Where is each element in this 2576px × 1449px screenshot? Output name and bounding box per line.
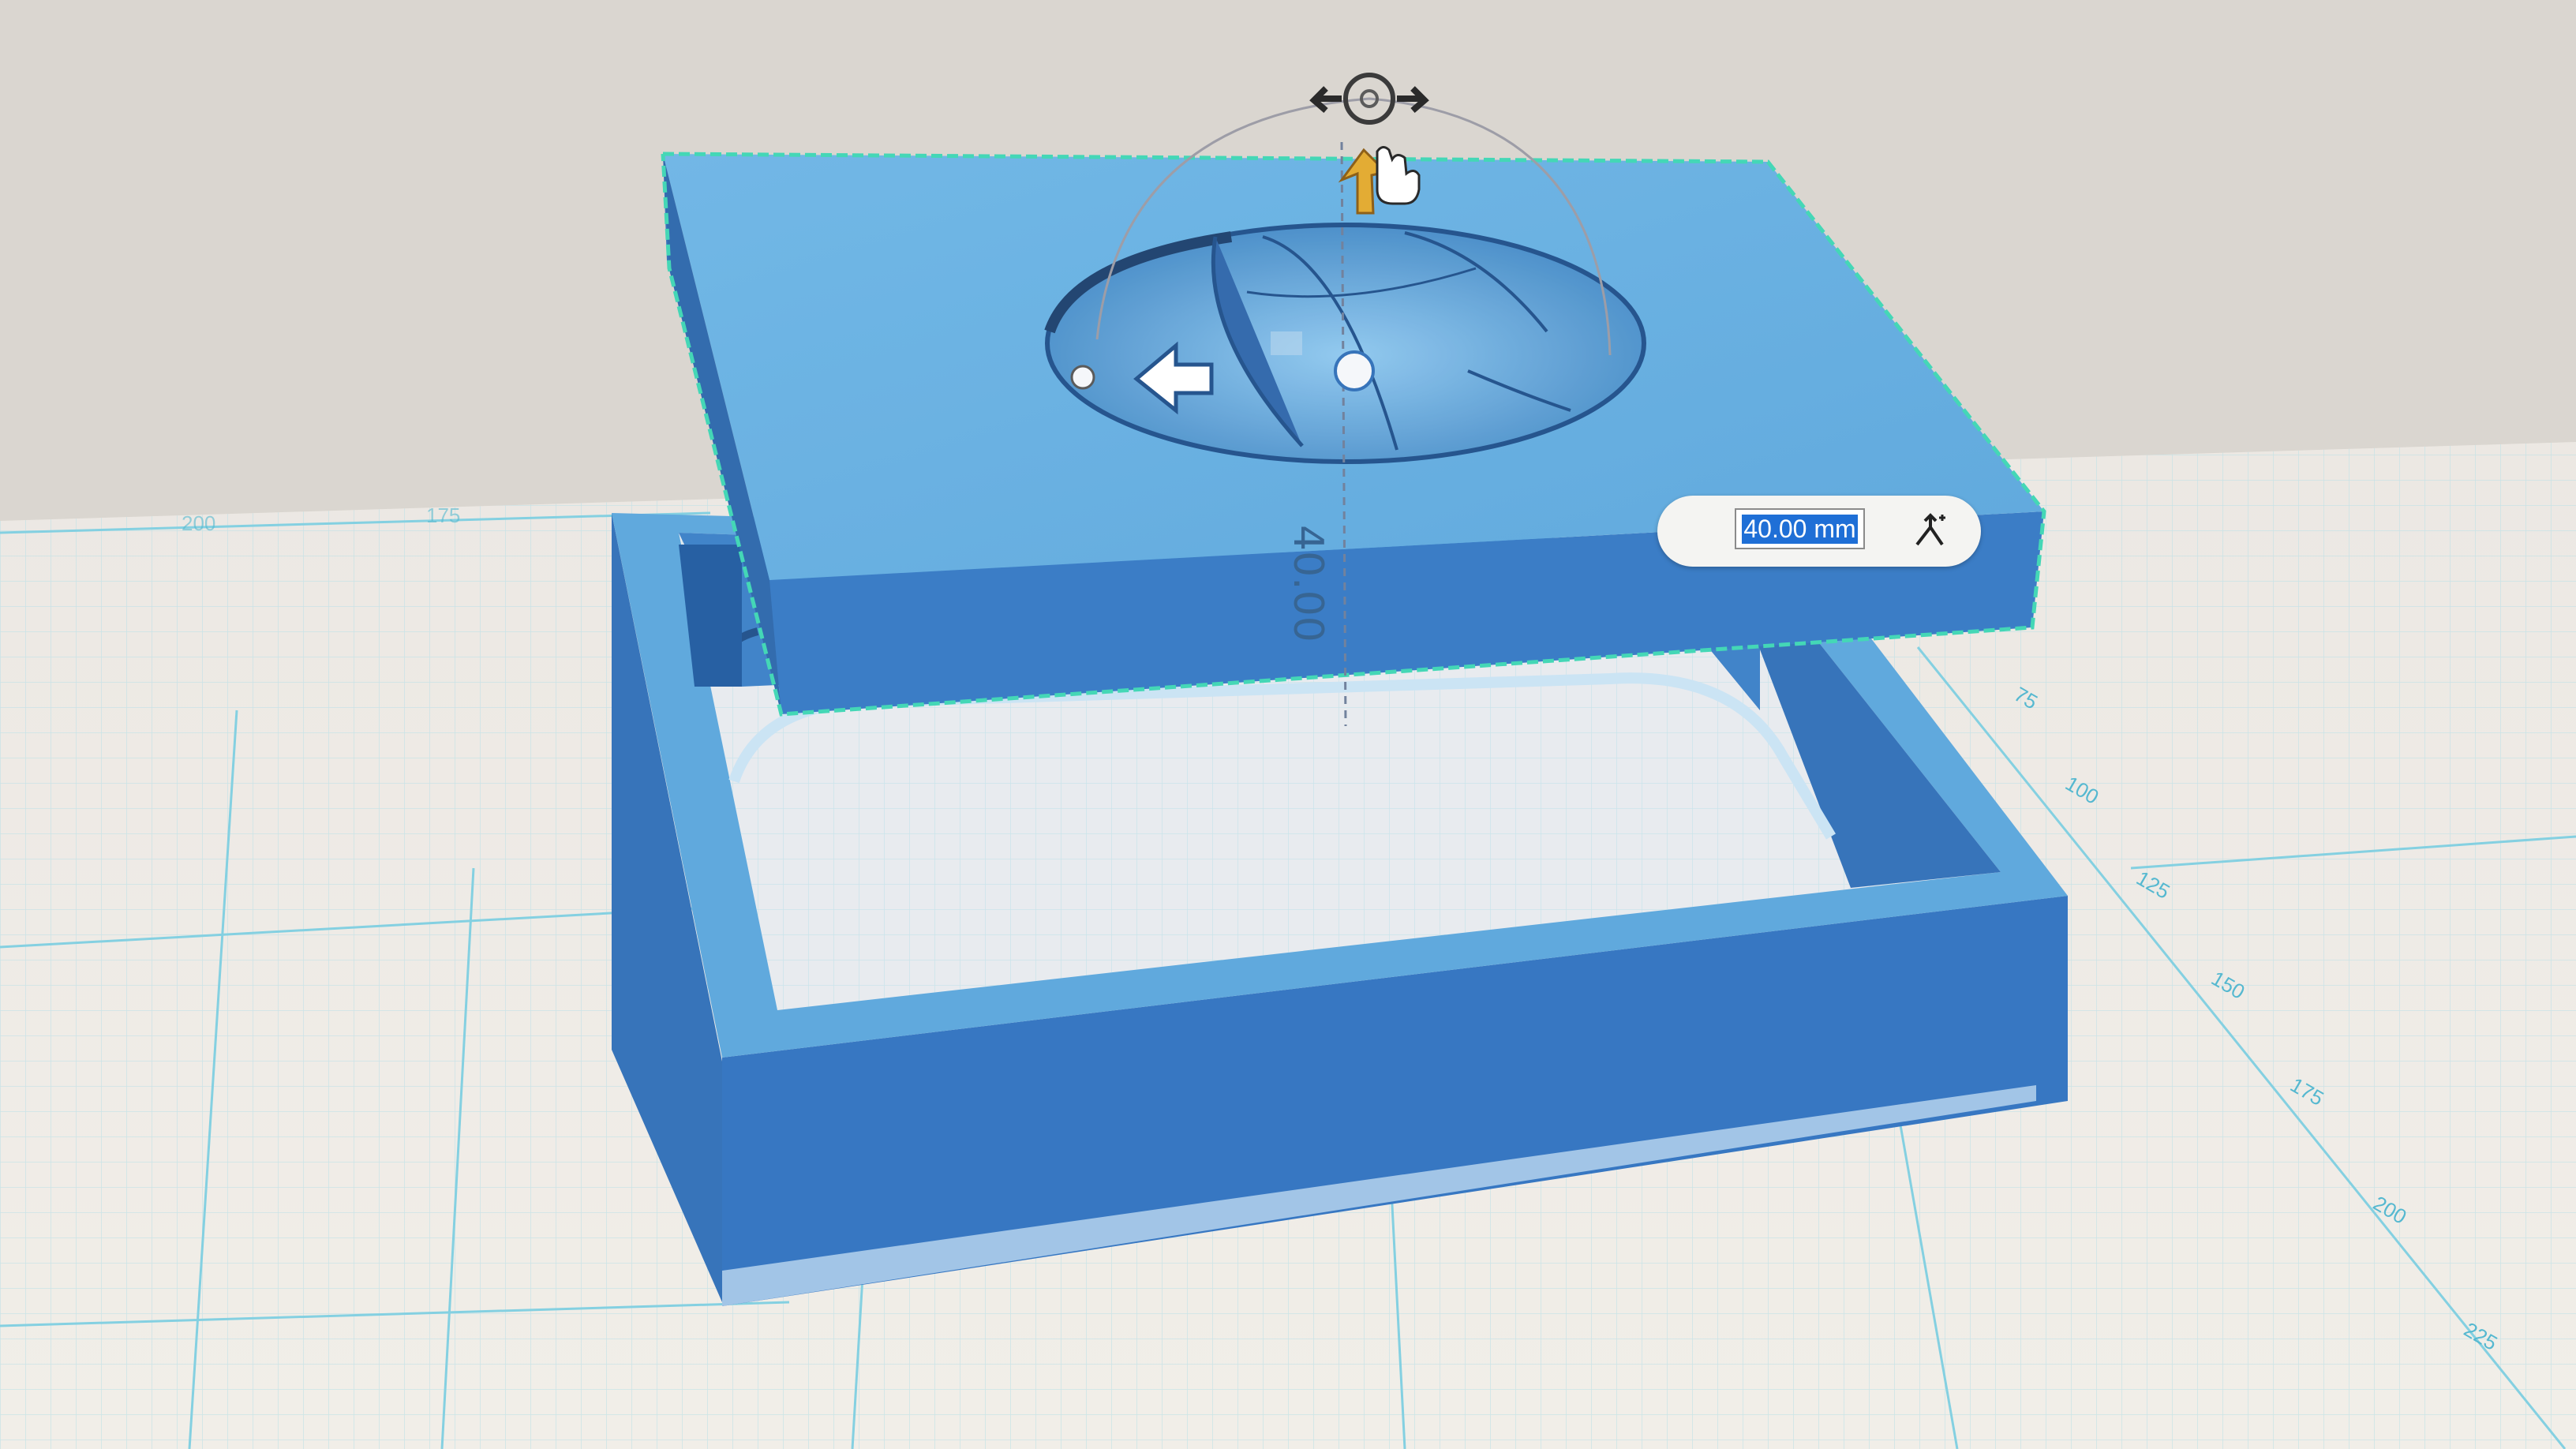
snap-to-icon [1915, 513, 1945, 546]
dimension-input-panel: 40.00 mm [1657, 496, 1981, 567]
height-value-text: 40.00 mm [1742, 515, 1858, 544]
3d-viewport[interactable]: 75 100 125 150 175 200 225 200 175 40.00 [0, 0, 2576, 1449]
height-value-input[interactable]: 40.00 mm [1735, 508, 1865, 549]
screen-glare [0, 0, 2576, 1449]
snap-to-button[interactable] [1906, 507, 1955, 556]
